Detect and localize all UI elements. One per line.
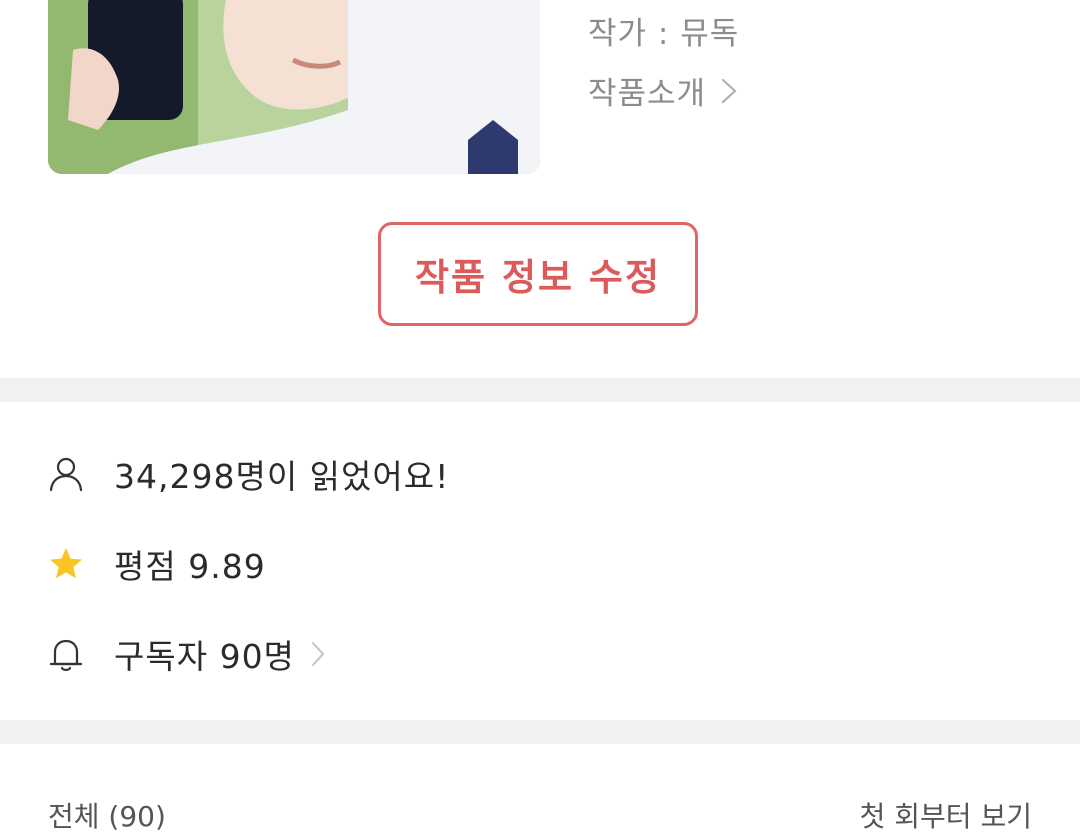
intro-label: 작품소개 xyxy=(588,76,707,112)
subscribers-text: 구독자 90명 xyxy=(114,637,295,676)
cover-image[interactable] xyxy=(48,0,540,174)
subscribers-link[interactable]: 구독자 90명 xyxy=(48,630,325,678)
section-divider xyxy=(0,378,1080,402)
bell-icon xyxy=(49,639,83,671)
rating-text: 평점 9.89 xyxy=(114,547,266,586)
view-from-first-link[interactable]: 첫 회부터 보기 xyxy=(860,795,1032,835)
intro-link[interactable]: 작품소개 xyxy=(588,68,738,113)
edit-work-info-button[interactable]: 작품 정보 수정 xyxy=(378,222,698,326)
rating-stat: 평점 9.89 xyxy=(48,540,266,588)
author-line: 작가 : 뮤독 xyxy=(588,16,740,52)
person-icon xyxy=(49,457,83,492)
readers-stat: 34,298명이 읽었어요! xyxy=(48,450,449,498)
chevron-right-icon xyxy=(721,78,737,103)
section-divider xyxy=(0,720,1080,744)
star-icon xyxy=(50,548,82,579)
episode-count: 전체 (90) xyxy=(48,800,166,833)
chevron-right-icon xyxy=(311,642,324,666)
episode-list-header: 전체 (90) 첫 회부터 보기 xyxy=(48,795,1032,835)
readers-text: 34,298명이 읽었어요! xyxy=(114,457,450,496)
cover-illustration xyxy=(48,0,540,174)
